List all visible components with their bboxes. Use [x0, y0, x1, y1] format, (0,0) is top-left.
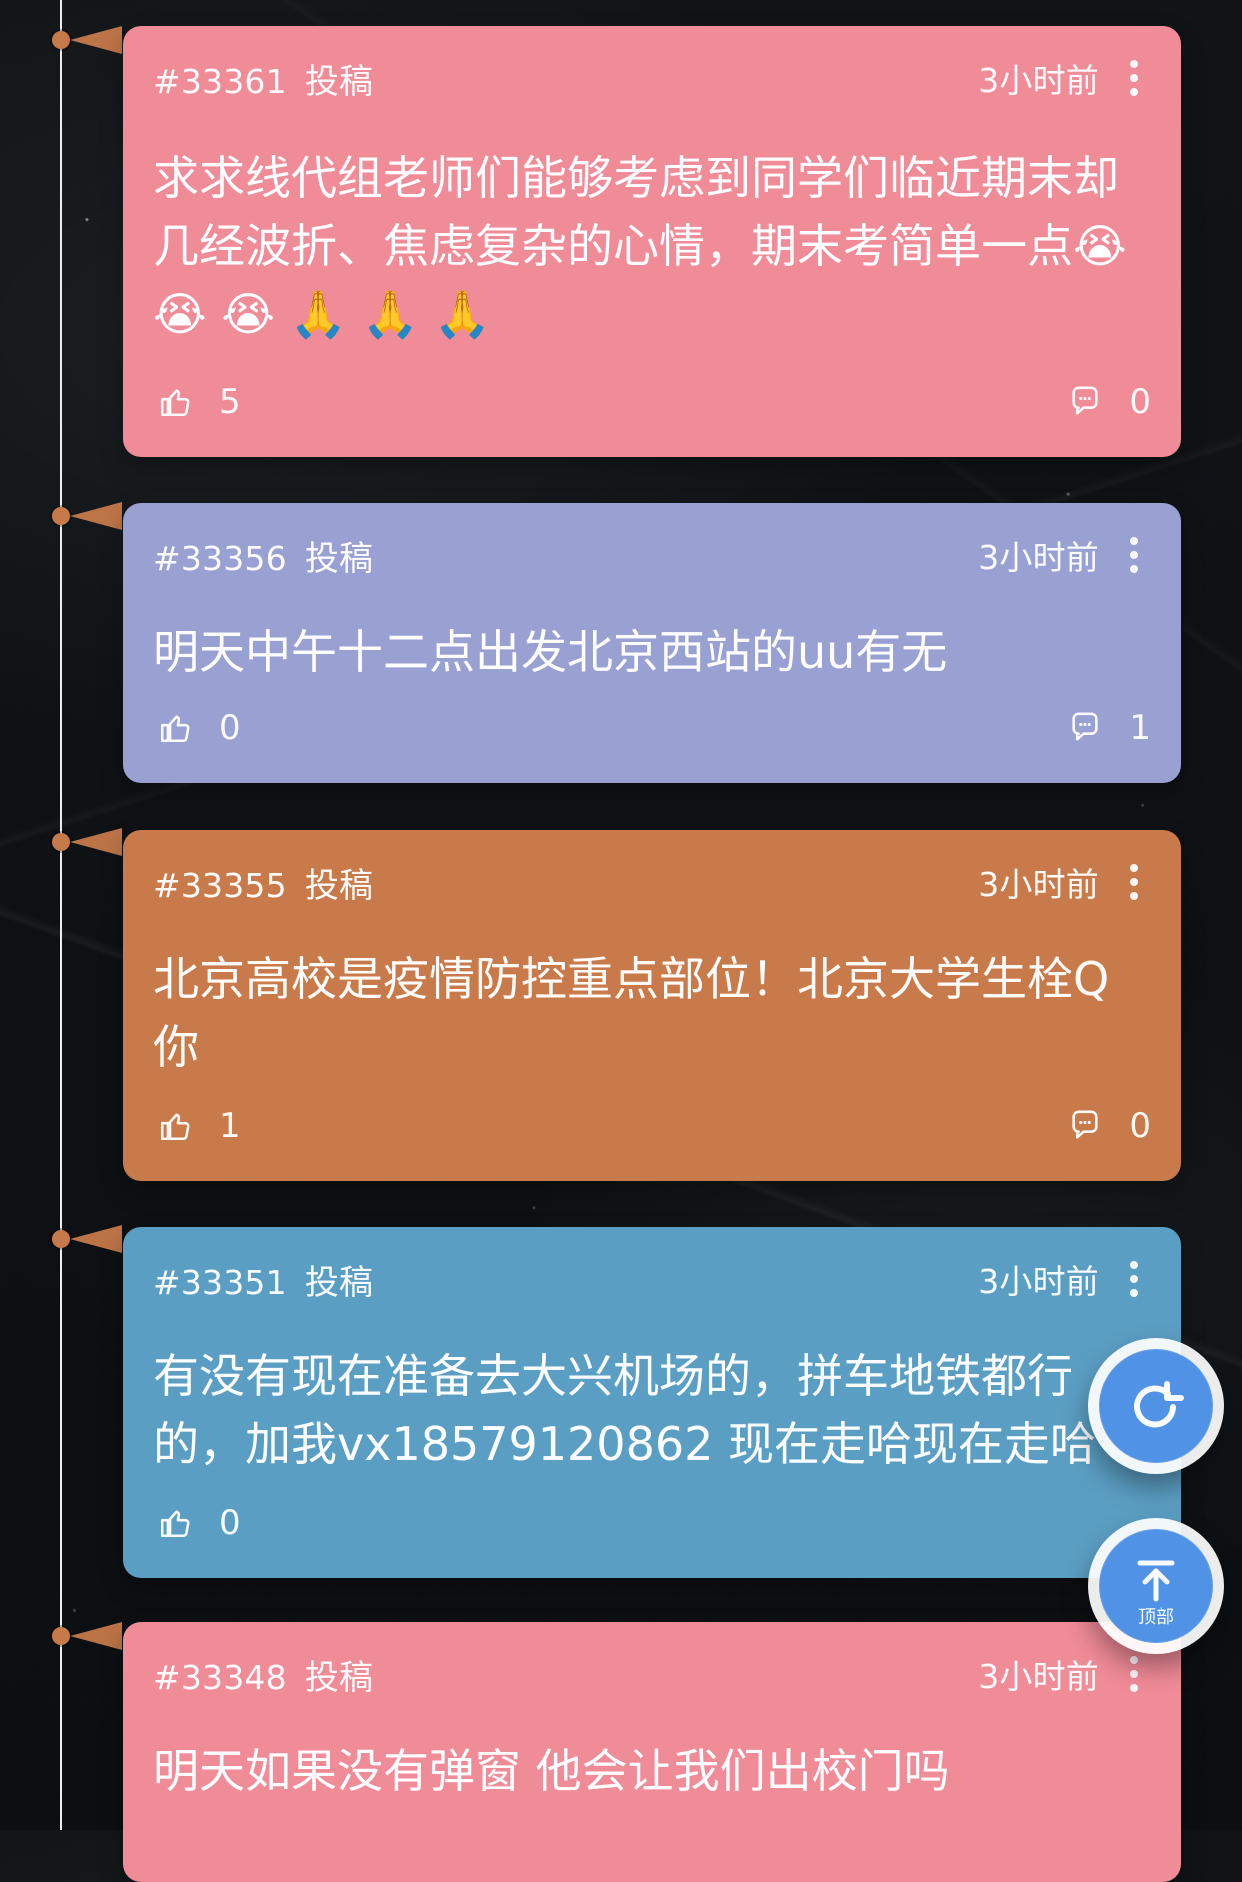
thumbs-up-icon: [160, 1510, 190, 1538]
timeline-dot: [52, 507, 70, 525]
like-button[interactable]: [153, 1104, 197, 1148]
chat-bubble-icon: [1072, 1110, 1098, 1139]
comment-button[interactable]: [1063, 1104, 1107, 1148]
post-card[interactable]: #33356 投稿 3小时前 明天中午十二点出发北京西站的uu有无 0 1: [123, 503, 1181, 783]
post-text: 明天中午十二点出发北京西站的uu有无: [153, 625, 948, 679]
post-id: #33348: [153, 1657, 287, 1697]
more-vertical-icon: [1130, 60, 1138, 96]
timeline-flag: [70, 828, 122, 856]
back-to-top-label: 顶部: [1138, 1607, 1174, 1627]
like-count: 1: [219, 1106, 241, 1146]
post-footer: 1 0: [153, 1101, 1151, 1151]
timeline-dot: [52, 1230, 70, 1248]
thumbs-up-icon: [160, 715, 190, 743]
post-time: 3小时前: [978, 61, 1099, 100]
comment-count: 0: [1129, 1106, 1151, 1146]
post-card[interactable]: #33361 投稿 3小时前 求求线代组老师们能够考虑到同学们临近期末却几经波折…: [123, 26, 1181, 457]
post-id: #33351: [153, 1262, 287, 1302]
more-vertical-icon: [1130, 537, 1138, 573]
timeline-dot: [52, 31, 70, 49]
like-button[interactable]: [153, 1501, 197, 1545]
more-button[interactable]: [1117, 859, 1151, 905]
timeline-flag: [70, 26, 122, 54]
post-time: 3小时前: [978, 538, 1099, 577]
post-text: 北京高校是疫情防控重点部位！北京大学生栓Q你: [153, 952, 1110, 1074]
post-header: #33356 投稿 3小时前: [153, 527, 1151, 583]
like-count: 0: [219, 1503, 241, 1543]
post-type: 投稿: [304, 865, 374, 906]
post-time: 3小时前: [978, 1262, 1099, 1301]
post-id: #33356: [153, 538, 287, 578]
post-text: 有没有现在准备去大兴机场的，拼车地铁都行的，加我vx18579120862 现在…: [153, 1349, 1096, 1471]
timeline-dot: [52, 833, 70, 851]
more-button[interactable]: [1117, 532, 1151, 578]
refresh-fab[interactable]: [1088, 1338, 1224, 1474]
more-button[interactable]: [1117, 1256, 1151, 1302]
back-to-top-fab-inner: 顶部: [1099, 1529, 1213, 1643]
post-type: 投稿: [304, 61, 374, 102]
more-vertical-icon: [1130, 1261, 1138, 1297]
timeline-flag: [70, 1225, 122, 1253]
refresh-fab-inner: [1099, 1349, 1213, 1463]
refresh-icon: [1134, 1381, 1184, 1428]
comment-button[interactable]: [1063, 706, 1107, 750]
post-footer: 5 0: [153, 377, 1151, 427]
more-vertical-icon: [1130, 864, 1138, 900]
timeline-line: [60, 0, 62, 1830]
comment-count: 0: [1129, 382, 1151, 422]
chat-bubble-icon: [1072, 712, 1098, 741]
post-type: 投稿: [304, 1657, 374, 1698]
comment-count: 1: [1129, 708, 1151, 748]
thumbs-up-icon: [160, 1113, 190, 1141]
like-count: 5: [219, 382, 241, 422]
post-card[interactable]: #33355 投稿 3小时前 北京高校是疫情防控重点部位！北京大学生栓Q你 1: [123, 830, 1181, 1181]
post-text: 求求线代组老师们能够考虑到同学们临近期末却几经波折、焦虑复杂的心情，期末考简单一…: [153, 151, 1127, 341]
chat-bubble-icon: [1068, 1506, 1102, 1540]
comment-button[interactable]: [1063, 1501, 1107, 1545]
post-header: #33361 投稿 3小时前: [153, 50, 1151, 106]
thumbs-up-icon: [160, 389, 190, 417]
post-id: #33355: [153, 865, 287, 905]
chat-bubble-icon: [1072, 386, 1098, 415]
like-button[interactable]: [153, 706, 197, 750]
back-to-top-fab[interactable]: 顶部: [1088, 1518, 1224, 1654]
post-header: #33355 投稿 3小时前: [153, 854, 1151, 910]
post-type: 投稿: [304, 538, 374, 579]
post-text: 明天如果没有弹窗 他会让我们出校门吗: [153, 1744, 950, 1798]
post-id: #33361: [153, 61, 287, 101]
like-button[interactable]: [153, 380, 197, 424]
more-button[interactable]: [1117, 1651, 1151, 1697]
timeline-dot: [52, 1627, 70, 1645]
post-time: 3小时前: [978, 1657, 1099, 1696]
post-header: #33351 投稿 3小时前: [153, 1251, 1151, 1307]
post-card[interactable]: #33351 投稿 3小时前 有没有现在准备去大兴机场的，拼车地铁都行的，加我v…: [123, 1227, 1181, 1578]
like-count: 0: [219, 708, 241, 748]
more-vertical-icon: [1130, 1656, 1138, 1692]
more-button[interactable]: [1117, 55, 1151, 101]
post-card[interactable]: #33348 投稿 3小时前 明天如果没有弹窗 他会让我们出校门吗: [123, 1622, 1181, 1882]
post-time: 3小时前: [978, 865, 1099, 904]
comment-button[interactable]: [1063, 380, 1107, 424]
post-header: #33348 投稿 3小时前: [153, 1646, 1151, 1702]
post-footer: 0 0: [153, 1498, 1151, 1548]
post-footer: 0 1: [153, 703, 1151, 753]
timeline-flag: [70, 502, 122, 530]
post-type: 投稿: [304, 1262, 374, 1303]
timeline-flag: [70, 1622, 122, 1650]
